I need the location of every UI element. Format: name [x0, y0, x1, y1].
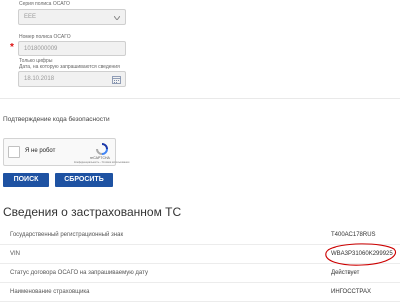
row-label: Статус договора ОСАГО на запрашиваемую д… — [10, 270, 148, 276]
series-label: Серия полиса ОСАГО — [19, 1, 70, 7]
captcha-brand: reCAPTCHA — [90, 156, 110, 160]
highlight-ellipse — [325, 243, 396, 266]
recaptcha-widget: Я не робот reCAPTCHA Конфиденциальность … — [3, 138, 129, 166]
row-value: Т400АС178RUS — [331, 232, 376, 238]
series-value: ЕЕЕ — [24, 14, 37, 20]
policy-number-value: 1018000009 — [24, 45, 58, 52]
calendar-icon[interactable] — [112, 75, 121, 84]
row-value: ИНГОССТРАХ — [331, 289, 371, 295]
row-label: Государственный регистрационный знак — [10, 232, 124, 238]
captcha-links[interactable]: Конфиденциальность - Условия использован… — [74, 161, 129, 164]
captcha-label: Я не робот — [25, 148, 56, 154]
captcha-checkbox[interactable] — [8, 146, 20, 158]
reset-button[interactable]: СБРОСИТЬ — [55, 173, 113, 187]
date-value: 18.10.2018 — [24, 76, 55, 82]
date-label: Дата, на которую запрашиваются сведения — [19, 64, 120, 70]
number-label: Номер полиса ОСАГО — [19, 34, 71, 40]
row-label: Наименование страховщика — [10, 289, 90, 295]
date-input[interactable]: 18.10.2018 — [18, 71, 126, 87]
security-title: Подтверждение кода безопасности — [3, 116, 110, 123]
section-divider — [0, 98, 400, 99]
required-mark: * — [10, 42, 14, 53]
chevron-down-icon — [114, 16, 120, 20]
row-label: VIN — [10, 251, 21, 257]
recaptcha-logo-icon — [96, 143, 108, 155]
results-heading: Сведения о застрахованном ТС — [3, 205, 182, 219]
table-row: Наименование страховщика ИНГОССТРАХ — [0, 283, 400, 302]
row-value: Действует — [331, 270, 360, 276]
policy-number-input[interactable]: 1018000009 — [18, 41, 126, 56]
search-button[interactable]: ПОИСК — [3, 173, 49, 187]
series-select[interactable]: ЕЕЕ — [18, 9, 126, 25]
